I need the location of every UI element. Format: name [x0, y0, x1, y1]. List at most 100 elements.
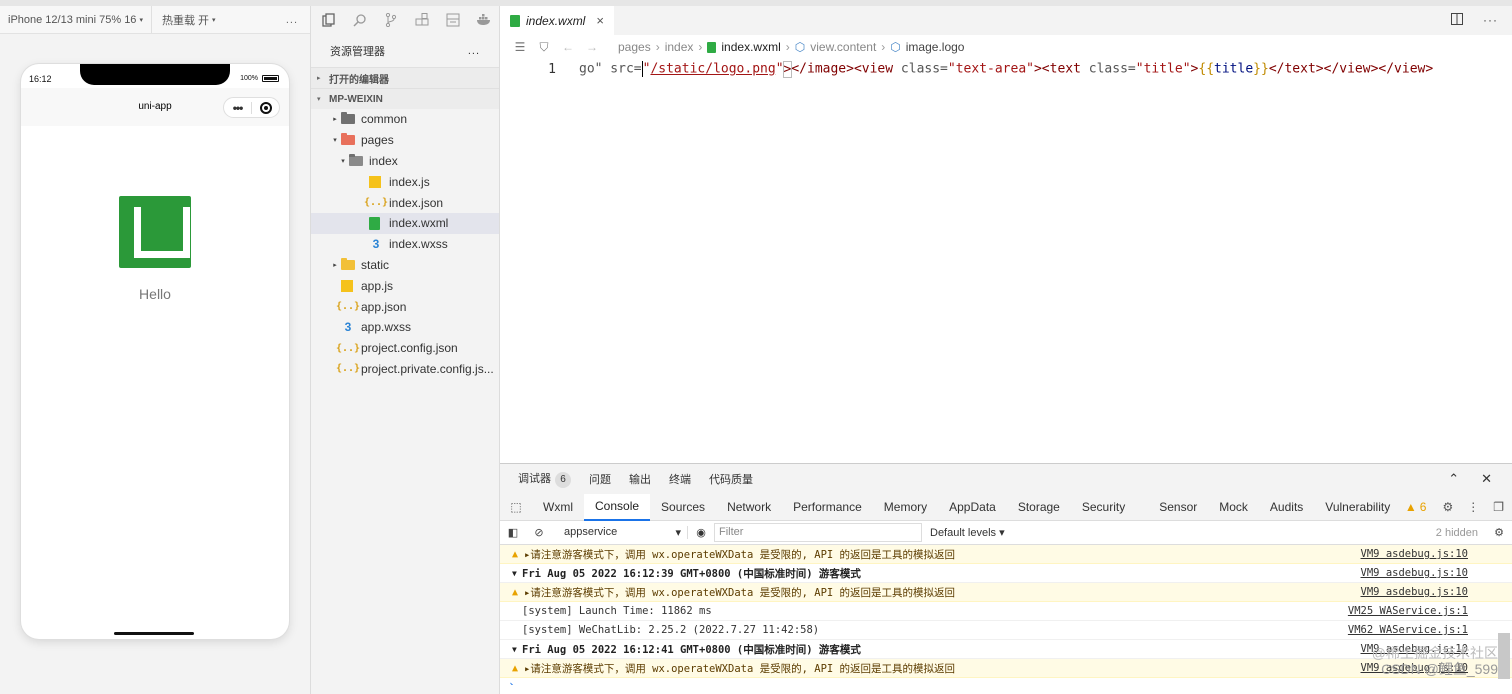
split-editor-icon[interactable]	[1451, 13, 1463, 28]
tab-console[interactable]: Console	[584, 493, 651, 521]
tab-memory[interactable]: Memory	[873, 494, 938, 521]
bookmark-icon[interactable]: ⛉	[532, 40, 556, 55]
chevron-up-icon[interactable]: ⌃	[1448, 471, 1459, 487]
code-line[interactable]: 1 go" src="/static/logo.png"></image><vi…	[500, 59, 1512, 79]
tab-problems[interactable]: 问题	[589, 471, 611, 487]
list-icon[interactable]: ☰	[508, 40, 532, 54]
tab-terminal[interactable]: 终端	[669, 471, 691, 487]
breadcrumb-item[interactable]: index.wxml	[721, 40, 780, 54]
tab-audits[interactable]: Audits	[1259, 494, 1314, 521]
copy-files-icon[interactable]	[319, 10, 339, 30]
tab-wxml[interactable]: Wxml	[532, 494, 584, 521]
console-message[interactable]: ▲ ▸请注意游客模式下，调用 wx.operateWXData 是受限的, API…	[500, 659, 1512, 678]
search-icon[interactable]	[350, 10, 370, 30]
tab-mock[interactable]: Mock	[1208, 494, 1259, 521]
console-message[interactable]: [system] Launch Time: 11862 ms VM25 WASer…	[500, 602, 1512, 621]
tree-item[interactable]: {..} project.config.json	[311, 338, 499, 359]
source-link[interactable]: VM9 asdebug.js:10	[1361, 586, 1512, 598]
open-editors-label: 打开的编辑器	[329, 74, 389, 86]
tree-item[interactable]: index.wxml	[311, 212, 499, 234]
open-editors-section[interactable]: ▸ 打开的编辑器	[311, 67, 499, 88]
tree-item[interactable]: {..} project.private.config.js...	[311, 359, 499, 380]
dock-icon[interactable]: ❐	[1493, 500, 1504, 514]
sidebar-toggle-icon[interactable]: ◧	[500, 526, 526, 539]
device-selector[interactable]: iPhone 12/13 mini 75% 16 ▾	[0, 6, 152, 33]
extensions-icon[interactable]	[412, 10, 432, 30]
console-group[interactable]: ▼ Fri Aug 05 2022 16:12:41 GMT+0800 (中国标准…	[500, 640, 1512, 659]
console-message[interactable]: ▲ ▸请注意游客模式下，调用 wx.operateWXData 是受限的, API…	[500, 545, 1512, 564]
panel-controls: ⌃ ✕	[1448, 471, 1512, 487]
source-link[interactable]: VM9 asdebug.js:10	[1361, 548, 1512, 560]
tab-vulnerability[interactable]: Vulnerability	[1314, 494, 1401, 521]
code-text[interactable]: go" src="/static/logo.png"></image><view…	[579, 60, 1433, 78]
breadcrumb-item[interactable]: image.logo	[906, 40, 965, 54]
more-icon[interactable]: ...	[468, 45, 480, 57]
log-levels-select[interactable]: Default levels ▾	[930, 526, 1005, 539]
tab-appdata[interactable]: AppData	[938, 494, 1007, 521]
tree-item[interactable]: app.js	[311, 275, 499, 296]
tree-item[interactable]: 3 index.wxss	[311, 234, 499, 255]
tree-item[interactable]: {..} app.json	[311, 296, 499, 317]
breadcrumb-item[interactable]: view.content	[810, 40, 876, 54]
kebab-icon[interactable]: ⋮	[1467, 500, 1479, 514]
tab-performance[interactable]: Performance	[782, 494, 873, 521]
more-icon[interactable]: ...	[286, 14, 310, 26]
tab-sensor[interactable]: Sensor	[1148, 494, 1208, 521]
console-text: Fri Aug 05 2022 16:12:39 GMT+0800 (中国标准时…	[522, 567, 861, 580]
tree-item[interactable]: ▾ index	[311, 151, 499, 172]
folder-icon	[341, 133, 355, 146]
capsule-menu[interactable]: •••	[223, 97, 280, 118]
tree-item[interactable]: ▸ common	[311, 109, 499, 130]
chevron-down-icon: ▾	[341, 157, 345, 165]
scrollbar[interactable]	[1498, 633, 1510, 679]
warning-count[interactable]: ▲ 6	[1405, 500, 1427, 514]
gear-icon[interactable]: ⚙	[1486, 526, 1512, 539]
console-text: ▸请注意游客模式下，调用 wx.operateWXData 是受限的, API …	[524, 662, 956, 675]
line-number: 1	[548, 61, 556, 77]
source-control-icon[interactable]	[381, 10, 401, 30]
context-select[interactable]: appservice ▾	[558, 526, 688, 539]
console-group[interactable]: ▼ Fri Aug 05 2022 16:12:39 GMT+0800 (中国标准…	[500, 564, 1512, 583]
inspect-element-icon[interactable]: ⬚	[500, 500, 532, 514]
gear-icon[interactable]: ⚙	[1442, 500, 1453, 514]
filter-input[interactable]: Filter	[714, 523, 922, 542]
console-message[interactable]: ▲ ▸请注意游客模式下，调用 wx.operateWXData 是受限的, API…	[500, 583, 1512, 602]
tab-output[interactable]: 输出	[629, 471, 651, 487]
console-prompt[interactable]: ›	[500, 678, 1512, 685]
more-actions-icon[interactable]: ···	[1483, 13, 1498, 28]
close-icon[interactable]: ✕	[1481, 471, 1492, 487]
tab-network[interactable]: Network	[716, 494, 782, 521]
project-section[interactable]: ▾ MP-WEIXIN	[311, 88, 499, 109]
json-file-icon: {..}	[335, 301, 361, 313]
tree-item[interactable]: ▾ pages	[311, 130, 499, 151]
back-arrow-icon[interactable]: ←	[556, 40, 580, 54]
console-message[interactable]: [system] WeChatLib: 2.25.2 (2022.7.27 11…	[500, 621, 1512, 640]
preview-icon[interactable]	[443, 10, 463, 30]
tab-security[interactable]: Security	[1071, 494, 1136, 521]
eye-icon[interactable]: ◉	[688, 526, 714, 539]
element-icon: ⬡	[794, 40, 806, 54]
clear-console-icon[interactable]: ⊘	[526, 526, 552, 539]
tree-item[interactable]: index.js	[311, 171, 499, 192]
file-tree: ▸ common ▾ pages ▾ index index.js {..} index.jso…	[311, 109, 499, 379]
tab-code-quality[interactable]: 代码质量	[709, 471, 753, 487]
hot-reload-toggle[interactable]: 热重载 开 ▾	[152, 6, 226, 33]
tree-item[interactable]: 3 app.wxss	[311, 317, 499, 338]
tab-storage[interactable]: Storage	[1007, 494, 1071, 521]
more-dots-icon[interactable]: •••	[224, 102, 251, 114]
tab-debugger[interactable]: 调试器 6	[518, 470, 571, 488]
breadcrumb-item[interactable]: pages	[618, 40, 651, 54]
tab-index-wxml[interactable]: index.wxml ×	[500, 6, 614, 35]
forward-arrow-icon[interactable]: →	[580, 40, 604, 54]
source-link[interactable]: VM9 asdebug.js:10	[1361, 567, 1512, 579]
docker-icon[interactable]	[474, 10, 494, 30]
source-link[interactable]: VM62 WAService.js:1	[1348, 624, 1512, 636]
source-link[interactable]: VM25 WAService.js:1	[1348, 605, 1512, 617]
tab-sources[interactable]: Sources	[650, 494, 716, 521]
close-icon[interactable]: ×	[596, 13, 604, 28]
tree-item[interactable]: ▸ static	[311, 255, 499, 276]
close-target-icon[interactable]	[252, 101, 279, 114]
file-explorer: 资源管理器... ▸ 打开的编辑器 ▾ MP-WEIXIN ▸ common ▾ page…	[311, 6, 500, 694]
breadcrumb-item[interactable]: index	[665, 40, 694, 54]
tree-item[interactable]: {..} index.json	[311, 192, 499, 213]
